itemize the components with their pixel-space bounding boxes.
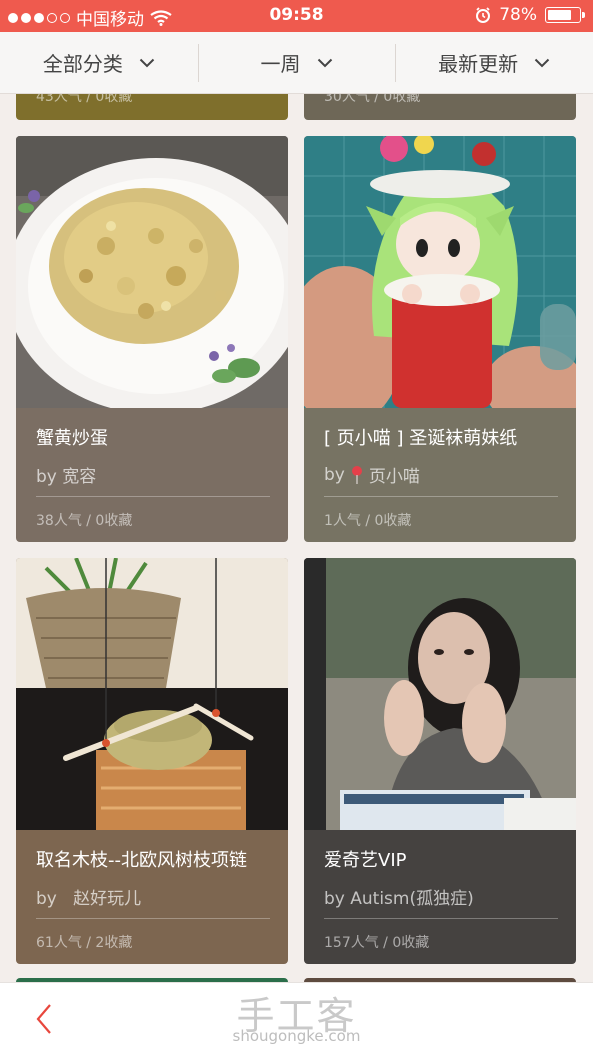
project-card[interactable]: [ 页小喵 ] 圣诞袜萌妹纸 by 页小喵 1人气 / 0收藏 [304, 136, 576, 542]
card-peek-left[interactable]: 43人气 / 0收藏 [16, 94, 288, 120]
card-stats: 61人气 / 2收藏 [36, 935, 133, 951]
chevron-down-icon [317, 58, 332, 67]
status-bar: 中国移动 09:58 78% [0, 0, 593, 32]
card-title: 取名木枝--北欧风树枝项链 [36, 850, 247, 871]
card-divider [324, 918, 558, 919]
card-divider [36, 496, 270, 497]
card-divider [36, 918, 270, 919]
author-name: 页小喵 [368, 467, 420, 487]
card-author: by 赵好玩儿 [36, 889, 142, 909]
card-stats: 1人气 / 0收藏 [324, 513, 412, 529]
status-right: 78% [475, 5, 585, 25]
pin-icon [351, 465, 362, 484]
card-stats: 43人气 / 0收藏 [36, 94, 133, 105]
project-card[interactable]: 取名木枝--北欧风树枝项链 by 赵好玩儿 61人气 / 2收藏 [16, 558, 288, 964]
filter-sort-label: 最新更新 [438, 52, 519, 76]
card-photo [16, 558, 288, 830]
card-divider [324, 496, 558, 497]
project-card[interactable]: 爱奇艺VIP by Autism(孤独症) 157人气 / 0收藏 [304, 558, 576, 964]
card-photo [304, 558, 576, 830]
filter-category-dropdown[interactable]: 全部分类 [0, 32, 198, 93]
battery-icon [545, 7, 585, 23]
filter-time-label: 一周 [260, 52, 301, 76]
card-photo [16, 136, 288, 408]
card-peek-right[interactable]: 30人气 / 0收藏 [304, 94, 576, 120]
card-title: 蟹黄炒蛋 [36, 428, 108, 449]
card-photo [304, 136, 576, 408]
filter-sort-dropdown[interactable]: 最新更新 [395, 32, 593, 93]
card-title: [ 页小喵 ] 圣诞袜萌妹纸 [324, 428, 518, 449]
card-author: by Autism(孤独症) [324, 889, 474, 909]
filter-time-dropdown[interactable]: 一周 [197, 32, 396, 93]
card-stats: 157人气 / 0收藏 [324, 935, 430, 951]
filter-category-label: 全部分类 [42, 52, 123, 76]
chevron-down-icon [139, 58, 155, 67]
project-card[interactable]: 蟹黄炒蛋 by 宽容 38人气 / 0收藏 [16, 136, 288, 542]
chevron-down-icon [534, 58, 550, 67]
filter-bar: 全部分类 一周 最新更新 [0, 32, 593, 94]
card-title: 爱奇艺VIP [324, 850, 407, 871]
battery-percent: 78% [499, 5, 537, 25]
card-stats: 38人气 / 0收藏 [36, 513, 133, 529]
author-prefix: by [324, 464, 345, 485]
bottom-bar: 手工客 shougongke.com [0, 982, 593, 1054]
card-author: by 页小喵 [324, 462, 420, 488]
battery-fill [548, 10, 572, 20]
card-author: by 宽容 [36, 467, 97, 487]
alarm-icon [476, 7, 491, 23]
card-stats: 30人气 / 0收藏 [324, 94, 421, 105]
watermark-url: shougongke.com [232, 1027, 361, 1045]
